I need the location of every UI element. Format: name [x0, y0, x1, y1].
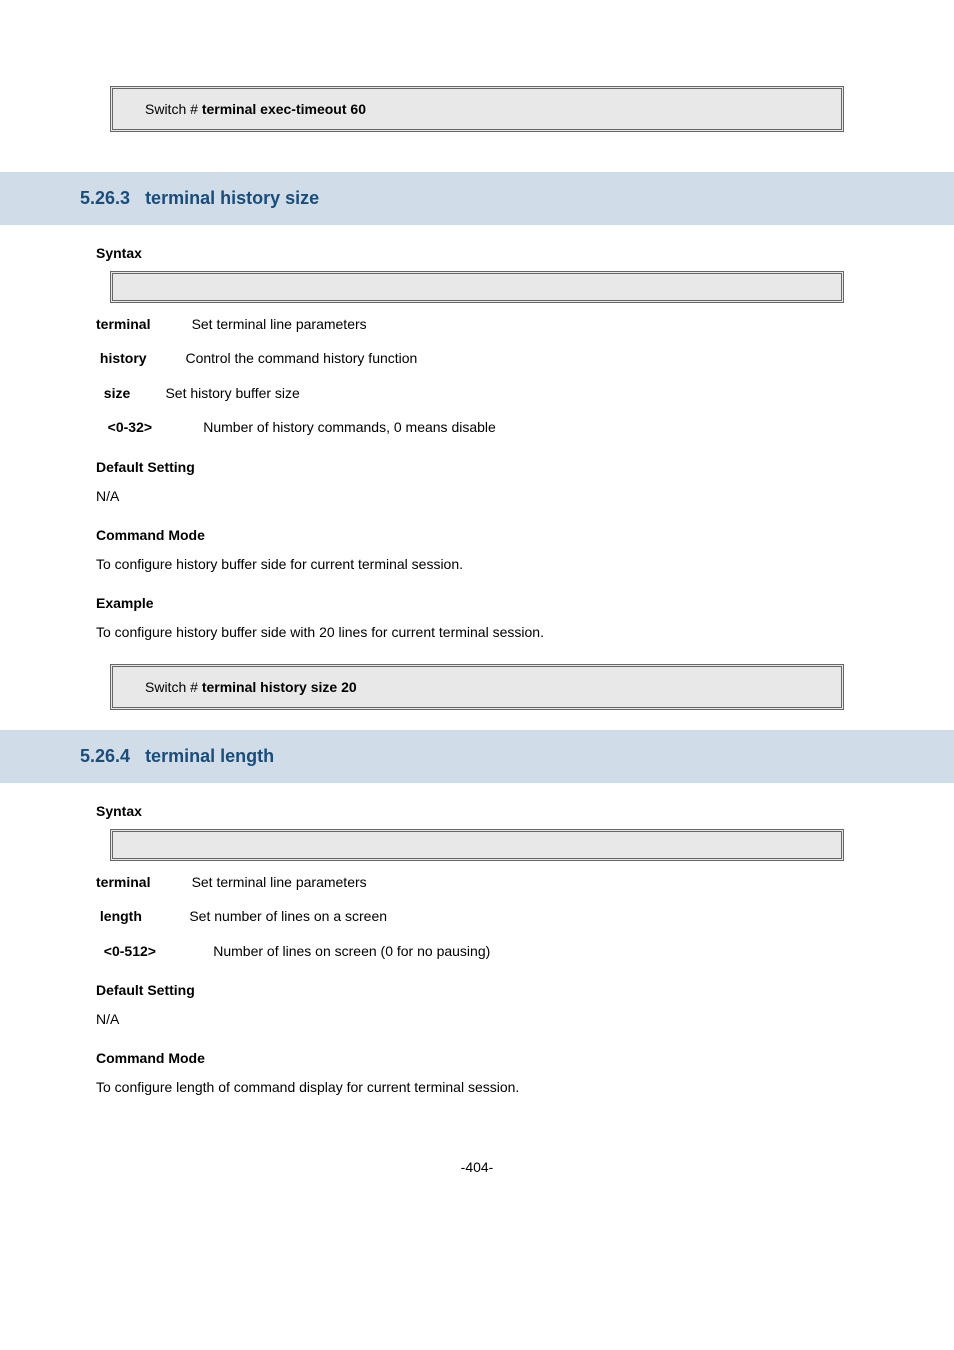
param-key: <0-32>: [108, 416, 188, 438]
param-desc: Number of lines on screen (0 for no paus…: [213, 943, 490, 959]
mode-value: To configure history buffer side for cur…: [96, 553, 858, 575]
param-desc: Set terminal line parameters: [192, 874, 367, 890]
param-row: history Control the command history func…: [96, 347, 858, 369]
param-key: length: [100, 905, 170, 927]
prompt: Switch #: [145, 679, 198, 695]
param-row: <0-512> Number of lines on screen (0 for…: [96, 940, 858, 962]
param-key: history: [100, 347, 170, 369]
prompt: Switch #: [145, 101, 198, 117]
section-header-history: 5.26.3 terminal history size: [0, 172, 954, 225]
param-desc: Set history buffer size: [165, 385, 299, 401]
command: terminal exec-timeout 60: [202, 101, 366, 117]
code-box-exec-timeout: Switch # terminal exec-timeout 60: [110, 86, 844, 132]
param-desc: Set number of lines on a screen: [189, 908, 387, 924]
param-desc: Control the command history function: [185, 350, 417, 366]
section-title: terminal history size: [145, 188, 319, 208]
param-key: terminal: [96, 871, 176, 893]
default-value: N/A: [96, 485, 858, 507]
param-key: <0-512>: [104, 940, 194, 962]
mode-value: To configure length of command display f…: [96, 1076, 858, 1098]
command: terminal history size 20: [202, 679, 357, 695]
param-row: terminal Set terminal line parameters: [96, 313, 858, 335]
mode-label: Command Mode: [96, 1050, 858, 1066]
section-title: terminal length: [145, 746, 274, 766]
example-intro: To configure history buffer side with 20…: [96, 621, 858, 643]
param-list-length: terminal Set terminal line parameters le…: [96, 871, 858, 962]
page-number: -404-: [80, 1159, 874, 1175]
param-list-history: terminal Set terminal line parameters hi…: [96, 313, 858, 439]
page-content: Switch # terminal exec-timeout 60 5.26.3…: [0, 0, 954, 1215]
default-label: Default Setting: [96, 459, 858, 475]
param-row: size Set history buffer size: [96, 382, 858, 404]
syntax-box-length: terminal length <0-512>: [110, 829, 844, 861]
code-box-history-example: Switch # terminal history size 20: [110, 664, 844, 710]
param-desc: Set terminal line parameters: [192, 316, 367, 332]
section-header-length: 5.26.4 terminal length: [0, 730, 954, 783]
param-row: <0-32> Number of history commands, 0 mea…: [96, 416, 858, 438]
param-key: size: [104, 382, 154, 404]
param-row: length Set number of lines on a screen: [96, 905, 858, 927]
mode-label: Command Mode: [96, 527, 858, 543]
syntax-box-history: terminal history size <0-32>: [110, 271, 844, 303]
syntax-label: Syntax: [96, 245, 858, 261]
section-number: 5.26.3: [80, 188, 130, 208]
param-key: terminal: [96, 313, 176, 335]
default-value: N/A: [96, 1008, 858, 1030]
default-label: Default Setting: [96, 982, 858, 998]
param-row: terminal Set terminal line parameters: [96, 871, 858, 893]
syntax-label: Syntax: [96, 803, 858, 819]
section-number: 5.26.4: [80, 746, 130, 766]
example-label: Example: [96, 595, 858, 611]
param-desc: Number of history commands, 0 means disa…: [203, 419, 496, 435]
